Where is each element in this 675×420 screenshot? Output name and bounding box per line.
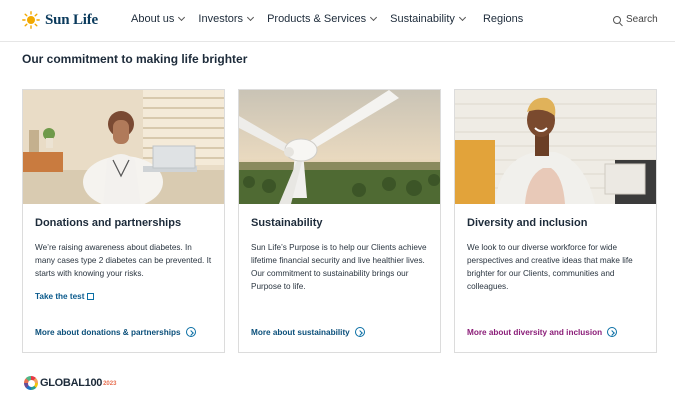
card-description: We look to our diverse workforce for wid… [467, 243, 633, 292]
card-sustainability: Sustainability Sun Life’s Purpose is to … [238, 89, 441, 353]
nav-item-label: Investors [198, 13, 244, 25]
global-100-badge[interactable]: GLOBAL100 2023 [24, 376, 116, 390]
brand-name: Sun Life [45, 11, 99, 28]
card-description: Sun Life’s Purpose is to help our Client… [251, 243, 427, 292]
nav-item-regions[interactable]: Regions [483, 13, 523, 25]
sun-logo-icon [22, 11, 40, 29]
sun-life-logo[interactable]: Sun Life [22, 9, 98, 31]
search-label: Search [626, 14, 658, 25]
circle-arrow-icon [354, 327, 365, 337]
global-100-year: 2023 [103, 381, 117, 387]
take-the-test-label: Take the test [35, 292, 85, 302]
page-heading: Our commitment to making life brighter [22, 52, 248, 66]
global-100-ring-icon [24, 376, 38, 390]
top-navigation-bar: Sun Life About us Investors Products & S… [0, 0, 675, 42]
card-title: Donations and partnerships [35, 217, 182, 229]
card-diversity-inclusion: Diversity and inclusion We look to our d… [454, 89, 657, 353]
more-about-sustainability-link[interactable]: More about sustainability [251, 327, 365, 337]
circle-arrow-icon [185, 327, 196, 337]
nav-item-products-services[interactable]: Products & Services [267, 13, 378, 25]
circle-arrow-icon [607, 327, 618, 337]
take-the-test-link[interactable]: Take the test [35, 292, 95, 302]
global-100-text: GLOBAL100 [40, 377, 103, 389]
nav-item-investors[interactable]: Investors [198, 13, 255, 25]
more-about-diversity-link[interactable]: More about diversity and inclusion [467, 327, 618, 337]
nav-item-sustainability[interactable]: Sustainability [390, 13, 466, 25]
more-link-label: More about diversity and inclusion [467, 327, 603, 337]
card-description: We’re raising awareness about diabetes. … [35, 243, 212, 279]
chevron-down-icon [178, 13, 186, 22]
external-link-icon [87, 293, 95, 301]
doctor-laptop-image [23, 90, 224, 204]
wind-turbine-image [239, 90, 440, 204]
nav-item-label: Products & Services [267, 13, 367, 25]
card-title: Diversity and inclusion [467, 217, 588, 229]
chevron-down-icon [458, 13, 466, 22]
nav-item-label: About us [131, 13, 175, 25]
smiling-woman-image [455, 90, 656, 204]
card-donations-partnerships: Donations and partnerships We’re raising… [22, 89, 225, 353]
search-button[interactable]: Search [613, 14, 658, 25]
chevron-down-icon [370, 13, 378, 22]
chevron-down-icon [247, 13, 255, 22]
more-link-label: More about sustainability [251, 327, 350, 337]
nav-item-label: Regions [482, 13, 524, 25]
nav-item-label: Sustainability [390, 13, 455, 25]
card-title: Sustainability [251, 217, 323, 229]
main-nav: About us Investors Products & Services S… [131, 13, 537, 25]
search-icon [613, 15, 621, 24]
nav-item-about-us[interactable]: About us [131, 13, 186, 25]
more-link-label: More about donations & partnerships [35, 327, 181, 337]
more-about-donations-link[interactable]: More about donations & partnerships [35, 327, 196, 337]
